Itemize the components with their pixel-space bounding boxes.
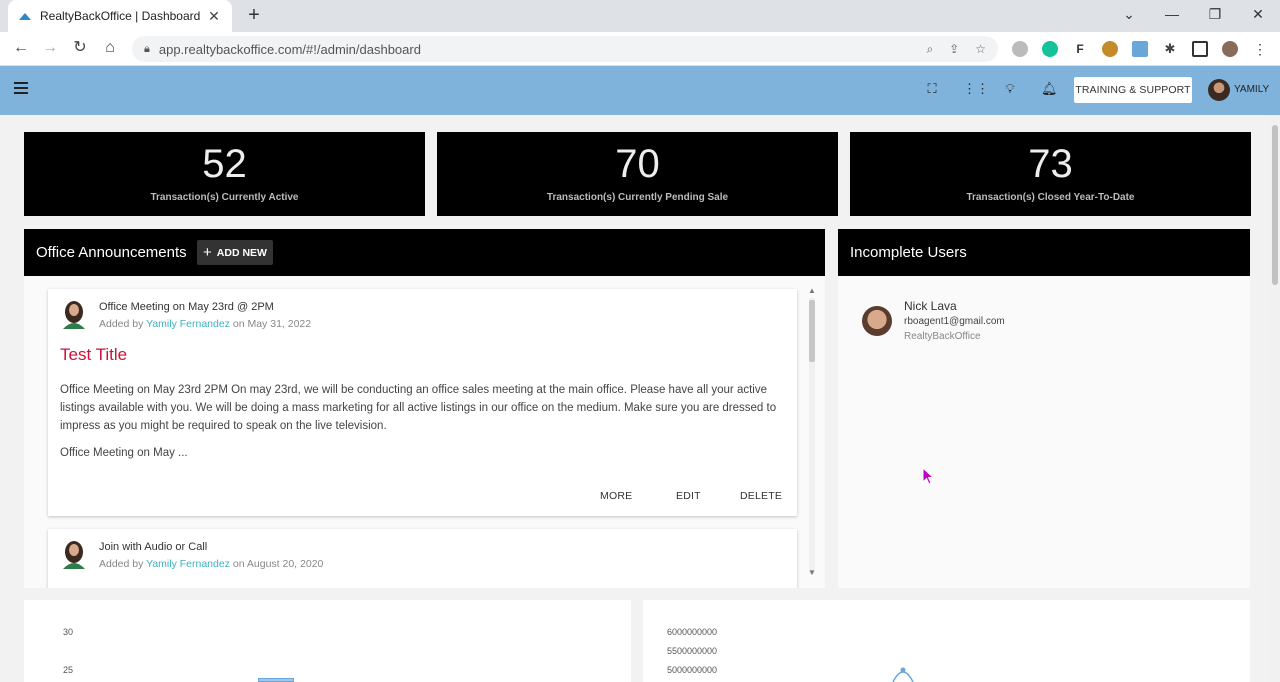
forward-icon[interactable]: → [39, 38, 61, 58]
stat-label: Transaction(s) Closed Year-To-Date [966, 192, 1135, 203]
announcement-date: on May 31, 2022 [232, 318, 312, 330]
reload-icon[interactable]: ↻ [69, 38, 91, 58]
y-tick: 30 [63, 627, 74, 637]
stat-card-active[interactable]: 52 Transaction(s) Currently Active [24, 132, 425, 216]
realty-favicon-icon [19, 13, 31, 20]
window-close-icon[interactable]: ✕ [1248, 6, 1268, 23]
chart-card-right: 6000000000 5500000000 5000000000 [643, 600, 1250, 682]
y-tick: 5000000000 [667, 665, 718, 675]
training-support-button[interactable]: TRAINING & SUPPORT [1074, 77, 1192, 103]
mouse-cursor-icon [922, 467, 934, 485]
home-icon[interactable]: ⌂ [99, 38, 121, 58]
chart-card-left: 30 25 [24, 600, 631, 682]
announcement-subject: Office Meeting on May 23rd @ 2PM [99, 301, 274, 313]
extension-pen-icon[interactable] [1132, 41, 1148, 57]
stat-label: Transaction(s) Currently Pending Sale [546, 192, 729, 203]
user-email: rboagent1@gmail.com [904, 316, 1005, 327]
user-name: Nick Lava [904, 299, 957, 313]
author-avatar [63, 541, 85, 569]
announcements-header: Office Announcements + ADD NEW [24, 229, 825, 276]
incomplete-users-panel: Incomplete Users Nick Lava rboagent1@gma… [838, 229, 1250, 588]
page-scrollbar[interactable] [1270, 115, 1280, 682]
url-text[interactable]: app.realtybackoffice.com/#!/admin/dashbo… [159, 42, 911, 57]
app-header: ⛶ ⋮⋮ 💡︎ 🔔︎ TRAINING & SUPPORT YAMILY [0, 66, 1280, 115]
profile-avatar-icon[interactable] [1222, 41, 1238, 57]
scroll-up-icon[interactable]: ▲ [807, 286, 817, 295]
announcement-date: on August 20, 2020 [232, 558, 324, 570]
stat-value: 70 [615, 142, 660, 186]
user-name[interactable]: YAMILY [1234, 84, 1269, 95]
y-tick: 25 [63, 665, 74, 675]
panel-title: Incomplete Users [850, 244, 967, 261]
add-new-label: ADD NEW [216, 246, 267, 259]
chart-bar[interactable] [258, 678, 294, 682]
browser-menu-icon[interactable]: ⋮ [1252, 41, 1268, 57]
announcement-meta: Added by Yamily Fernandez on August 20, … [99, 558, 323, 570]
added-by-prefix: Added by [99, 318, 144, 330]
stat-card-pending[interactable]: 70 Transaction(s) Currently Pending Sale [437, 132, 838, 216]
announcements-panel: Office Announcements + ADD NEW Office Me… [24, 229, 825, 588]
browser-tab-bar: RealtyBackOffice | Dashboard ✕ + ⌄ — ❐ ✕ [0, 0, 1280, 32]
announcement-card: Join with Audio or Call Added by Yamily … [48, 529, 797, 588]
bookmark-star-icon[interactable]: ☆ [975, 42, 986, 56]
extension-f-icon[interactable]: F [1072, 41, 1088, 57]
plus-icon: + [203, 244, 212, 261]
user-avatar [862, 306, 892, 336]
bell-icon[interactable]: 🔔︎ [1041, 81, 1058, 97]
edit-button[interactable]: EDIT [676, 490, 701, 502]
new-tab-button[interactable]: + [244, 5, 264, 25]
menu-icon[interactable] [14, 82, 28, 94]
extension-ball-icon[interactable] [1102, 41, 1118, 57]
browser-toolbar: ← → ↻ ⌂ 🔒︎ app.realtybackoffice.com/#!/a… [0, 32, 1280, 66]
tab-title: RealtyBackOffice | Dashboard [40, 9, 201, 23]
add-new-button[interactable]: + ADD NEW [197, 240, 273, 265]
share-icon[interactable]: ⇪ [949, 42, 959, 56]
zoom-icon[interactable]: ⌕ [926, 42, 933, 57]
announcement-subject: Join with Audio or Call [99, 541, 208, 553]
minimize-icon[interactable]: — [1162, 6, 1182, 22]
stat-label: Transaction(s) Currently Active [150, 192, 299, 203]
announcement-body: Office Meeting on May 23rd 2PM On may 23… [60, 384, 777, 432]
chart-line [892, 667, 914, 682]
delete-button[interactable]: DELETE [740, 490, 782, 502]
apps-grid-icon[interactable]: ⋮⋮ [963, 81, 989, 97]
user-org: RealtyBackOffice [904, 331, 981, 342]
chart-point[interactable] [900, 667, 906, 673]
incomplete-users-header: Incomplete Users [838, 229, 1250, 276]
tab-close-icon[interactable]: ✕ [206, 8, 222, 25]
scroll-thumb[interactable] [809, 300, 815, 362]
extensions-puzzle-icon[interactable]: ✱ [1162, 41, 1178, 57]
address-bar[interactable]: 🔒︎ app.realtybackoffice.com/#!/admin/das… [132, 36, 998, 62]
stat-card-closed[interactable]: 73 Transaction(s) Closed Year-To-Date [850, 132, 1251, 216]
user-avatar[interactable] [1208, 79, 1230, 101]
announcement-card: Office Meeting on May 23rd @ 2PM Added b… [48, 289, 797, 516]
more-button[interactable]: MORE [600, 490, 632, 502]
announcement-title: Test Title [60, 345, 128, 364]
author-link[interactable]: Yamily Fernandez [146, 558, 230, 570]
announcements-scrollbar[interactable]: ▲ ▼ [807, 286, 817, 586]
announcement-excerpt: Office Meeting on May ... [60, 447, 188, 459]
restore-icon[interactable]: ❐ [1205, 6, 1225, 23]
panel-title: Office Announcements [36, 244, 187, 261]
added-by-prefix: Added by [99, 558, 144, 570]
back-icon[interactable]: ← [10, 38, 32, 58]
lock-icon: 🔒︎ [144, 42, 150, 55]
tab-search-icon[interactable]: ⌄ [1119, 6, 1139, 23]
grammarly-icon[interactable] [1042, 41, 1058, 57]
page-scroll-thumb[interactable] [1272, 125, 1278, 285]
fullscreen-icon[interactable]: ⛶ [924, 81, 940, 97]
y-tick: 5500000000 [667, 646, 718, 656]
browser-tab[interactable]: RealtyBackOffice | Dashboard ✕ [8, 0, 232, 32]
scroll-down-icon[interactable]: ▼ [807, 568, 817, 577]
lightbulb-icon[interactable]: 💡︎ [1002, 81, 1018, 97]
stat-value: 52 [202, 142, 247, 186]
side-panel-icon[interactable] [1192, 41, 1208, 57]
author-avatar [63, 301, 85, 329]
stat-value: 73 [1028, 142, 1073, 186]
y-tick: 6000000000 [667, 627, 718, 637]
announcement-meta: Added by Yamily Fernandez on May 31, 202… [99, 318, 311, 330]
extension-icon[interactable] [1012, 41, 1028, 57]
author-link[interactable]: Yamily Fernandez [146, 318, 230, 330]
